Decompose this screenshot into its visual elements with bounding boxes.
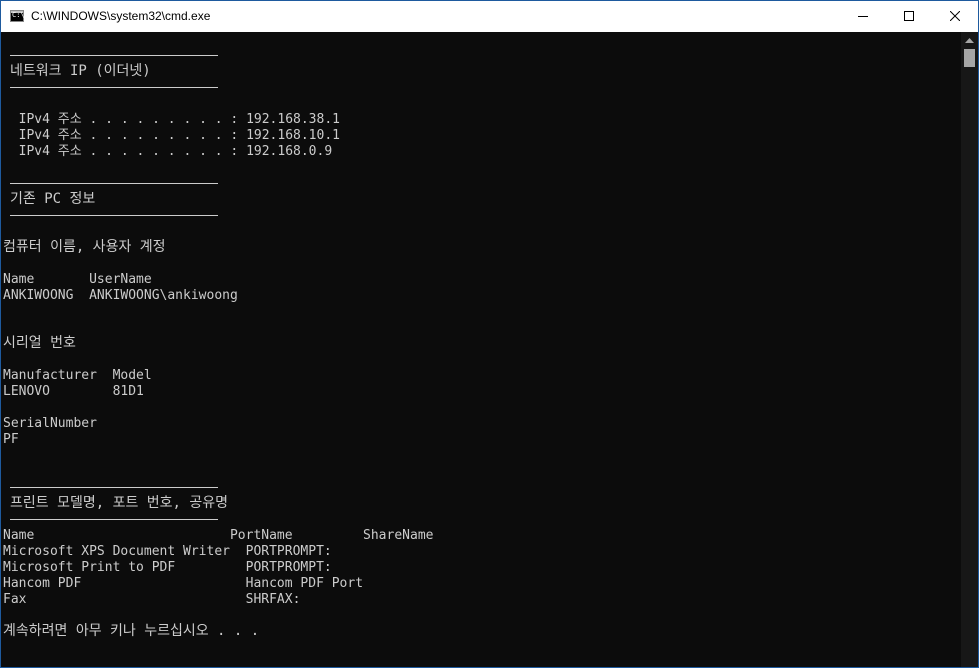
serial-table-header: SerialNumber — [3, 416, 97, 431]
continue-prompt: 계속하려면 아무 키나 누르십시오 . . . — [3, 623, 260, 639]
close-button[interactable] — [932, 1, 978, 32]
maker-table-header: Manufacturer Model — [3, 368, 152, 383]
printer-heading: 프린트 모델명, 포트 번호, 공유명 — [10, 495, 229, 511]
printer-table-row: Microsoft Print to PDF PORTPROMPT: — [3, 560, 332, 575]
maker-table-row: LENOVO 81D1 — [3, 384, 144, 399]
minimize-icon — [858, 16, 868, 17]
scroll-up-button[interactable] — [961, 32, 978, 49]
section-rule — [10, 215, 218, 216]
console-output[interactable]: 네트워크 IP (이더넷) IPv4 주소 . . . . . . . . . … — [1, 32, 961, 667]
ipv4-line: IPv4 주소 . . . . . . . . . : 192.168.0.9 — [3, 144, 333, 159]
chevron-up-icon — [965, 38, 974, 43]
minimize-button[interactable] — [840, 1, 886, 32]
cmd-window: C:\ C:\WINDOWS\system32\cmd.exe 네트워크 IP … — [0, 0, 979, 668]
window-title: C:\WINDOWS\system32\cmd.exe — [31, 9, 211, 23]
maximize-button[interactable] — [886, 1, 932, 32]
computer-table-header: Name UserName — [3, 272, 152, 287]
cmd-icon-prompt: C:\ — [12, 11, 25, 19]
cmd-icon[interactable]: C:\ — [10, 10, 25, 22]
section-rule — [10, 183, 218, 184]
section-rule — [10, 487, 218, 488]
close-icon — [950, 11, 960, 21]
printer-table-header: Name PortName ShareName — [3, 528, 434, 543]
printer-table-row: Hancom PDF Hancom PDF Port — [3, 576, 364, 591]
vertical-scrollbar[interactable] — [961, 32, 978, 667]
ipv4-line: IPv4 주소 . . . . . . . . . : 192.168.38.1 — [3, 112, 340, 127]
section-rule — [10, 519, 218, 520]
computer-section-title: 컴퓨터 이름, 사용자 계정 — [3, 239, 166, 255]
pc-info-heading: 기존 PC 정보 — [10, 191, 96, 207]
maximize-icon — [904, 11, 914, 21]
network-heading: 네트워크 IP (이더넷) — [10, 63, 151, 79]
section-rule — [10, 87, 218, 88]
section-rule — [10, 55, 218, 56]
title-bar[interactable]: C:\ C:\WINDOWS\system32\cmd.exe — [1, 1, 978, 32]
serial-section-title: 시리얼 번호 — [3, 335, 76, 351]
scrollbar-thumb[interactable] — [964, 49, 975, 67]
printer-table-row: Microsoft XPS Document Writer PORTPROMPT… — [3, 544, 332, 559]
computer-table-row: ANKIWOONG ANKIWOONG\ankiwoong — [3, 288, 238, 303]
serial-table-row: PF — [3, 432, 19, 447]
printer-table-row: Fax SHRFAX: — [3, 592, 301, 607]
ipv4-line: IPv4 주소 . . . . . . . . . : 192.168.10.1 — [3, 128, 340, 143]
